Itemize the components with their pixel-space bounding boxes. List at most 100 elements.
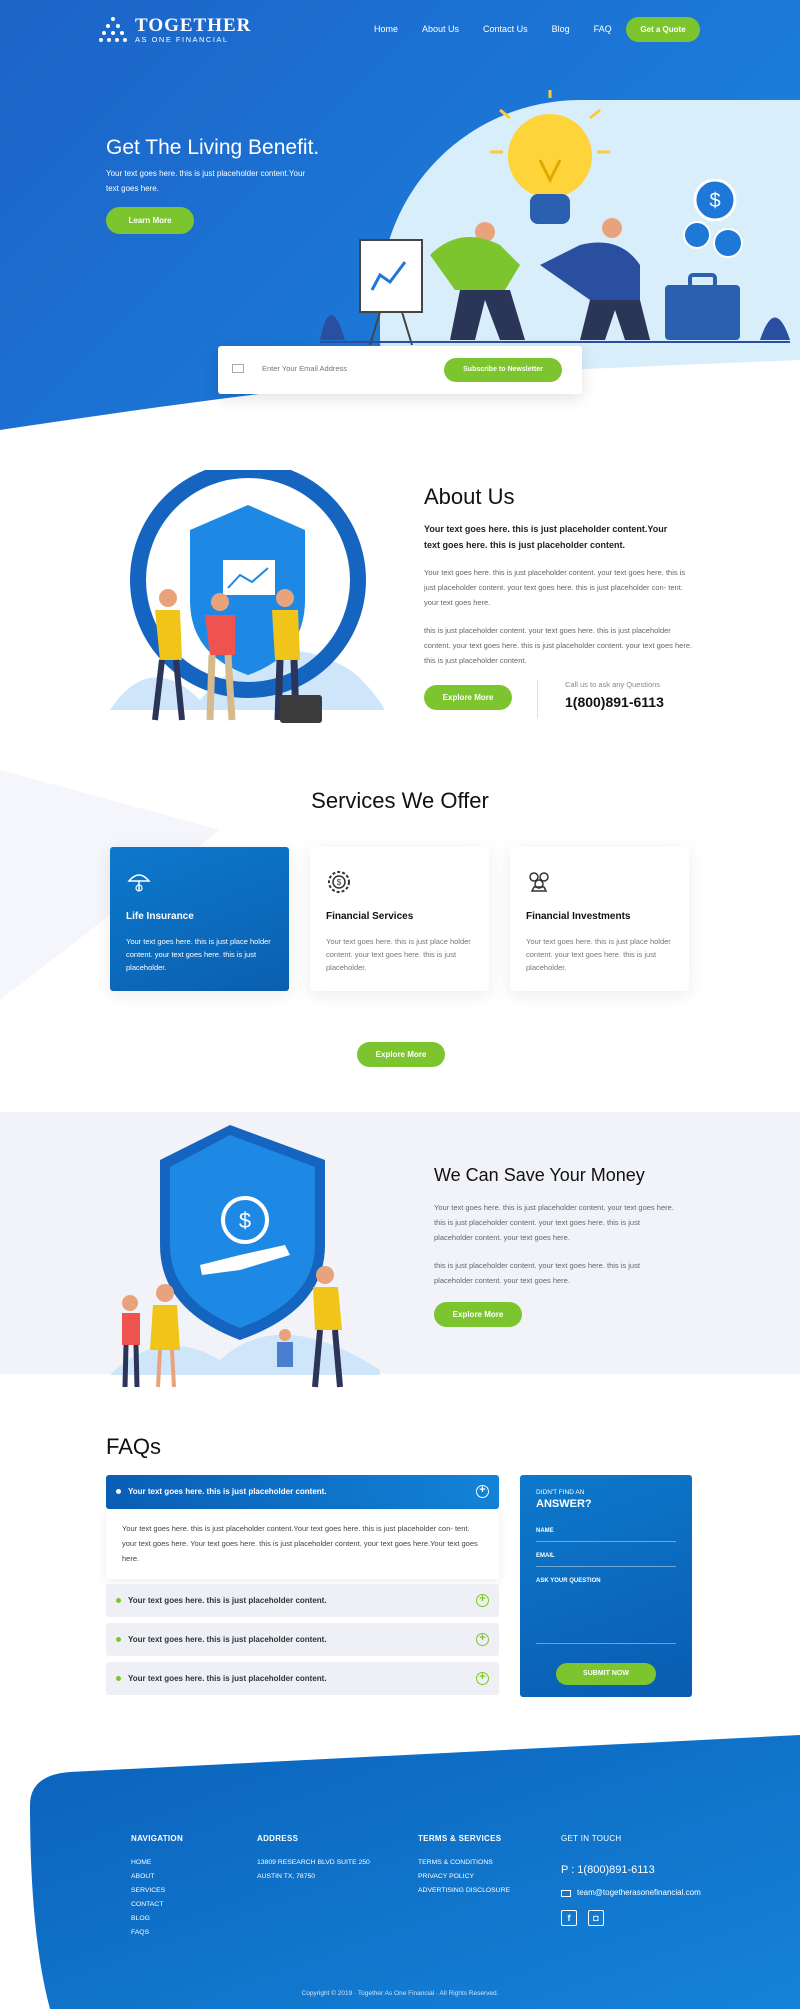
footer-email-row[interactable]: team@togetherasonefinancial.com	[561, 1886, 701, 1900]
learn-more-button[interactable]: Learn More	[106, 207, 194, 234]
call-label: Call us to ask any Questions	[565, 680, 661, 689]
faq-item[interactable]: Your text goes here. this is just placeh…	[106, 1584, 499, 1617]
save-title: We Can Save Your Money	[434, 1165, 645, 1185]
ask-question-form: DIDN'T FIND AN ANSWER? NAME EMAIL ASK YO…	[520, 1475, 692, 1697]
investment-icon	[529, 872, 549, 892]
hero-illustration: $	[320, 90, 790, 345]
footer-phone[interactable]: P : 1(800)891-6113	[561, 1864, 655, 1876]
faq-question: Your text goes here. this is just placeh…	[128, 1674, 327, 1683]
plus-circle-icon[interactable]: +	[476, 1485, 489, 1498]
faq-item-active[interactable]: Your text goes here. this is just placeh…	[106, 1475, 499, 1509]
save-explore-button[interactable]: Explore More	[434, 1302, 522, 1327]
about-divider	[537, 680, 538, 718]
save-paragraph-2: this is just placeholder content. your t…	[434, 1261, 640, 1285]
about-explore-button[interactable]: Explore More	[424, 685, 512, 710]
umbrella-icon	[127, 874, 151, 892]
subscribe-button[interactable]: Subscribe to Newsletter	[444, 358, 562, 382]
email-field-label: EMAIL	[536, 1553, 555, 1559]
ask-subtitle: DIDN'T FIND AN	[536, 1489, 585, 1496]
bullet-icon	[116, 1598, 121, 1603]
card-text: Your text goes here. this is just place …	[326, 937, 471, 972]
footer-address-heading: ADDRESS	[257, 1834, 299, 1843]
nav-contact[interactable]: Contact Us	[483, 24, 528, 34]
logo[interactable]: TOGETHER AS ONE FINANCIAL	[97, 14, 251, 46]
bullet-icon	[116, 1676, 121, 1681]
name-field[interactable]	[536, 1541, 676, 1542]
email-field[interactable]	[536, 1566, 676, 1567]
plus-circle-icon[interactable]: +	[476, 1672, 489, 1685]
question-field-label: ASK YOUR QUESTION	[536, 1578, 601, 1584]
footer-link-blog[interactable]: BLOG	[131, 1912, 165, 1926]
instagram-icon[interactable]: ◘	[588, 1910, 604, 1926]
footer-nav-heading: NAVIGATION	[131, 1834, 184, 1843]
plus-circle-icon[interactable]: +	[476, 1594, 489, 1607]
question-field[interactable]	[536, 1643, 676, 1644]
services-title: Services We Offer	[311, 788, 489, 813]
name-field-label: NAME	[536, 1528, 554, 1534]
copyright: Copyright © 2019 · Together As One Finan…	[301, 1990, 499, 1997]
footer-terms: TERMS & CONDITIONS PRIVACY POLICY ADVERT…	[418, 1856, 510, 1898]
get-quote-button[interactable]: Get a Quote	[626, 17, 700, 42]
footer-background	[30, 1735, 800, 2009]
faq-answer: Your text goes here. this is just placeh…	[106, 1509, 499, 1579]
facebook-icon[interactable]: f	[561, 1910, 577, 1926]
svg-text:$: $	[709, 190, 720, 212]
address-line: 13809 RESEARCH BLVD SUITE 250	[257, 1859, 370, 1866]
card-title: Life Insurance	[126, 911, 194, 922]
email-input[interactable]	[262, 364, 392, 373]
mail-icon	[561, 1889, 571, 1897]
bullet-icon	[116, 1637, 121, 1642]
logo-icon	[99, 17, 127, 42]
faq-item[interactable]: Your text goes here. this is just placeh…	[106, 1623, 499, 1656]
submit-button[interactable]: SUBMIT NOW	[556, 1663, 656, 1685]
footer-touch-heading: GET IN TOUCH	[561, 1834, 622, 1843]
save-money-illustration: $	[110, 1125, 380, 1388]
nav-home[interactable]: Home	[374, 24, 398, 34]
svg-text:$: $	[337, 878, 342, 887]
hero-text: Your text goes here. this is just placeh…	[106, 169, 306, 193]
services-explore-button[interactable]: Explore More	[357, 1042, 445, 1067]
about-illustration	[110, 470, 385, 723]
service-card-life-insurance[interactable]: Life Insurance Your text goes here. this…	[110, 847, 289, 991]
about-lead: Your text goes here. this is just placeh…	[424, 524, 668, 550]
nav-about[interactable]: About Us	[422, 24, 459, 34]
address-line: AUSTIN TX, 78750	[257, 1873, 316, 1880]
privacy-link[interactable]: PRIVACY POLICY	[418, 1870, 510, 1884]
plus-circle-icon[interactable]: +	[476, 1633, 489, 1646]
faq-answer-text: Your text goes here. this is just placeh…	[122, 1524, 478, 1563]
footer-link-contact[interactable]: CONTACT	[131, 1898, 165, 1912]
main-nav: Home About Us Contact Us Blog FAQ	[374, 24, 636, 34]
footer-terms-heading: TERMS & SERVICES	[418, 1834, 502, 1843]
card-text: Your text goes here. this is just place …	[126, 937, 271, 972]
card-title: Financial Investments	[526, 911, 631, 922]
nav-blog[interactable]: Blog	[552, 24, 570, 34]
faq-question: Your text goes here. this is just placeh…	[128, 1487, 327, 1496]
faq-question: Your text goes here. this is just placeh…	[128, 1635, 327, 1644]
terms-link[interactable]: TERMS & CONDITIONS	[418, 1856, 510, 1870]
footer-link-services[interactable]: SERVICES	[131, 1884, 165, 1898]
footer-email[interactable]: team@togetherasonefinancial.com	[577, 1886, 701, 1900]
footer-link-about[interactable]: ABOUT	[131, 1870, 165, 1884]
disclosure-link[interactable]: ADVERTISING DISCLOSURE	[418, 1884, 510, 1898]
svg-text:$: $	[239, 1208, 251, 1233]
footer-nav: HOME ABOUT SERVICES CONTACT BLOG FAQS	[131, 1856, 165, 1940]
about-paragraph-2: this is just placeholder content. your t…	[424, 626, 693, 665]
faq-question: Your text goes here. this is just placeh…	[128, 1596, 327, 1605]
save-paragraph-1: Your text goes here. this is just placeh…	[434, 1203, 674, 1242]
bullet-icon	[116, 1489, 121, 1494]
footer-address: 13809 RESEARCH BLVD SUITE 250 AUSTIN TX,…	[257, 1856, 370, 1884]
about-phone[interactable]: 1(800)891-6113	[565, 694, 664, 710]
brand-name: TOGETHER	[135, 14, 252, 36]
footer-link-faqs[interactable]: FAQS	[131, 1926, 165, 1940]
ask-title: ANSWER?	[536, 1498, 592, 1510]
footer-link-home[interactable]: HOME	[131, 1856, 165, 1870]
hero-title: Get The Living Benefit.	[106, 136, 320, 159]
card-title: Financial Services	[326, 911, 414, 922]
mail-icon	[232, 364, 244, 373]
nav-faq[interactable]: FAQ	[594, 24, 612, 34]
faq-item[interactable]: Your text goes here. this is just placeh…	[106, 1662, 499, 1695]
service-card-financial-investments[interactable]: Financial Investments Your text goes her…	[510, 847, 689, 991]
faq-title: FAQs	[106, 1434, 162, 1459]
service-card-financial-services[interactable]: $ Financial Services Your text goes here…	[310, 847, 489, 991]
brand-sub: AS ONE FINANCIAL	[135, 34, 229, 44]
